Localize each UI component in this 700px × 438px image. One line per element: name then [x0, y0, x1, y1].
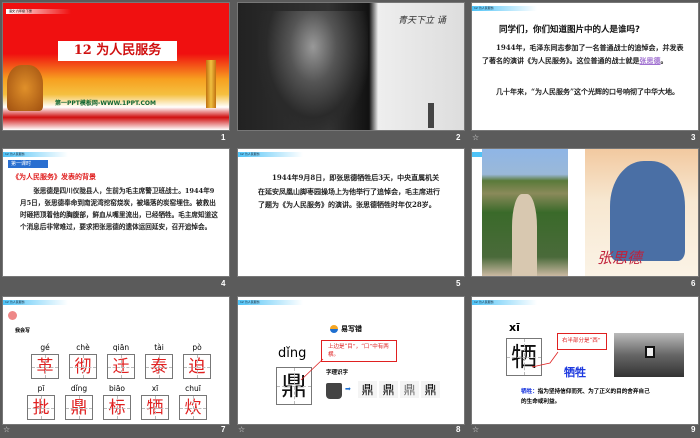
section-label: 我会写 — [15, 328, 31, 334]
character-box: 标 — [103, 395, 131, 420]
slide-number: 9 — [691, 425, 696, 434]
definition-text: 指为坚持信仰而死、为了正义的目的舍弃自己的生命或利益。 — [521, 389, 650, 405]
bronze-ding-image — [326, 383, 342, 399]
paragraph-end: 。 — [660, 56, 668, 65]
glyph-form: 鼎 — [400, 381, 419, 398]
slide-header-tag: 12 为人民服务 — [3, 300, 68, 305]
animation-star-icon[interactable]: ☆ — [472, 425, 479, 434]
statue — [512, 194, 537, 276]
character-cell: dǐng 鼎 — [65, 376, 93, 420]
character-cell: gé革 — [31, 335, 59, 379]
slide-thumbnail-9[interactable]: 12 为人民服务 xī 牺 右半部分是“西” 牺牲 牺牲：指为坚持信仰而死、为了… — [472, 297, 698, 424]
zhang-side-link[interactable]: 张思德 — [640, 56, 661, 65]
definition-label: 牺牲： — [521, 389, 538, 395]
slide-number: 1 — [221, 133, 226, 142]
pinyin: gé — [40, 343, 50, 352]
slide-thumbnail-1[interactable]: 语文 六年级 下册 12 为人民服务 第一PPT模板网-WWW.1PPT.COM — [3, 3, 229, 130]
glyph-form: 鼎 — [358, 381, 377, 398]
character-cell: chè彻 — [69, 335, 97, 379]
slide-number: 5 — [456, 279, 461, 288]
pagoda — [428, 103, 434, 128]
poster-name: 张思德 — [597, 249, 643, 267]
character-cell: pò迫 — [183, 335, 211, 379]
character-cell: pī 批 — [27, 376, 55, 420]
pinyin: pī — [37, 384, 45, 393]
slide-number: 3 — [691, 133, 696, 142]
pointer-line — [300, 358, 324, 381]
character-box: 牺 — [141, 395, 169, 420]
top-bar: 语文 六年级 下册 — [6, 9, 71, 14]
pinyin: tài — [154, 343, 164, 352]
character-cell: biāo 标 — [103, 376, 131, 420]
pinyin: qiān — [112, 343, 130, 352]
pinyin: biāo — [108, 384, 126, 393]
character-cell: xī 牺 — [141, 376, 169, 420]
character-box: 批 — [27, 395, 55, 420]
slide-number: 7 — [221, 425, 226, 434]
slide-header-tag — [472, 152, 482, 157]
slide-subtitle: 第一PPT模板网-WWW.1PPT.COM — [55, 100, 156, 107]
slide-thumbnail-5[interactable]: 12 为人民服务 1944年9月8日，即张思德牺牲后3天，中央直属机关在延安凤凰… — [238, 149, 464, 276]
section-heading: 《为人民服务》发表的背景 — [12, 173, 96, 181]
character-box: 炊 — [179, 395, 207, 420]
pinyin: pò — [192, 343, 202, 352]
slide-thumbnail-4[interactable]: 12 为人民服务 第一课时 《为人民服务》发表的背景 张思德是四川仪陇县人，生前… — [3, 149, 229, 276]
background-paragraph: 张思德是四川仪陇县人，生前为毛主席警卫班战士。1944年9月5日，张思德奉命到南… — [20, 187, 218, 231]
soldier-portrait — [258, 11, 368, 130]
animation-star-icon[interactable]: ☆ — [238, 425, 245, 434]
slide-title: 12 为人民服务 — [58, 41, 177, 61]
slide-header-tag: 12 为人民服务 — [238, 152, 303, 157]
animation-star-icon[interactable]: ☆ — [3, 425, 10, 434]
glyph-form: 鼎 — [421, 381, 440, 398]
evolution-forms: 鼎 鼎 鼎 鼎 — [358, 381, 440, 398]
lion-statue — [7, 65, 43, 111]
word: 牺牲 — [564, 366, 586, 379]
slide-header-tag: 12 为人民服务 — [472, 6, 537, 11]
paragraph: 1944年，毛泽东同志参加了一名普通战士的追悼会，并发表了著名的演讲《为人民服务… — [482, 41, 687, 67]
slide-number: 6 — [691, 279, 696, 288]
paragraph-2: 几十年来，“为人民服务”这个光辉的口号响彻了中华大地。 — [496, 87, 680, 96]
portrait-frame — [645, 346, 655, 358]
subheading: 字理识字 — [326, 370, 349, 376]
slide-header-tag: 12 为人民服务 — [3, 152, 68, 157]
arrow-icon: ➡ — [345, 385, 351, 393]
pinyin: xī — [151, 384, 159, 393]
soldier-figure — [610, 161, 685, 261]
slide-thumbnail-8[interactable]: 12 为人民服务 易写错 dǐng 鼎 上边是“目”，“口”中有两横。 字理识字… — [238, 297, 464, 424]
pinyin: chuī — [185, 384, 201, 393]
memorial-photo — [614, 333, 684, 377]
character-cell: tài泰 — [145, 335, 173, 379]
huabiao-pillar — [206, 60, 216, 108]
definition: 牺牲：指为坚持信仰而死、为了正义的目的舍弃自己的生命或利益。 — [521, 387, 651, 407]
character-box: 鼎 — [65, 395, 93, 420]
character-cell: qiān迁 — [107, 335, 135, 379]
character-cell: chuī 炊 — [179, 376, 207, 420]
memorial-paragraph: 1944年9月8日，即张思德牺牲后3天，中央直属机关在延安凤凰山脚枣园操场上为他… — [258, 173, 440, 209]
animation-star-icon[interactable]: ☆ — [472, 133, 479, 142]
statue-photo — [482, 149, 568, 276]
character-icon — [8, 311, 17, 320]
slide-thumbnail-6[interactable]: 张思德 — [472, 149, 698, 276]
question-heading: 同学们，你们知道图片中的人是谁吗? — [499, 25, 640, 35]
slide-number: 2 — [456, 133, 461, 142]
slide-thumbnail-3[interactable]: 12 为人民服务 同学们，你们知道图片中的人是谁吗? 1944年，毛泽东同志参加… — [472, 3, 698, 130]
poster-calligraphy: 青天下立 诵 — [398, 16, 446, 26]
slide-thumbnail-2[interactable]: 青天下立 诵 — [238, 3, 464, 130]
slide-number: 4 — [221, 279, 226, 288]
pinyin: dǐng — [70, 384, 88, 393]
poster-image: 张思德 — [585, 149, 698, 276]
glyph-form: 鼎 — [379, 381, 398, 398]
slide-thumbnail-7[interactable]: 12 为人民服务 我会写 gé革 chè彻 qiān迁 tài泰 pò迫 pī 批 dǐng 鼎… — [3, 297, 229, 424]
pinyin: chè — [76, 343, 90, 352]
slide-number: 8 — [456, 425, 461, 434]
lesson-badge: 第一课时 — [8, 160, 48, 168]
